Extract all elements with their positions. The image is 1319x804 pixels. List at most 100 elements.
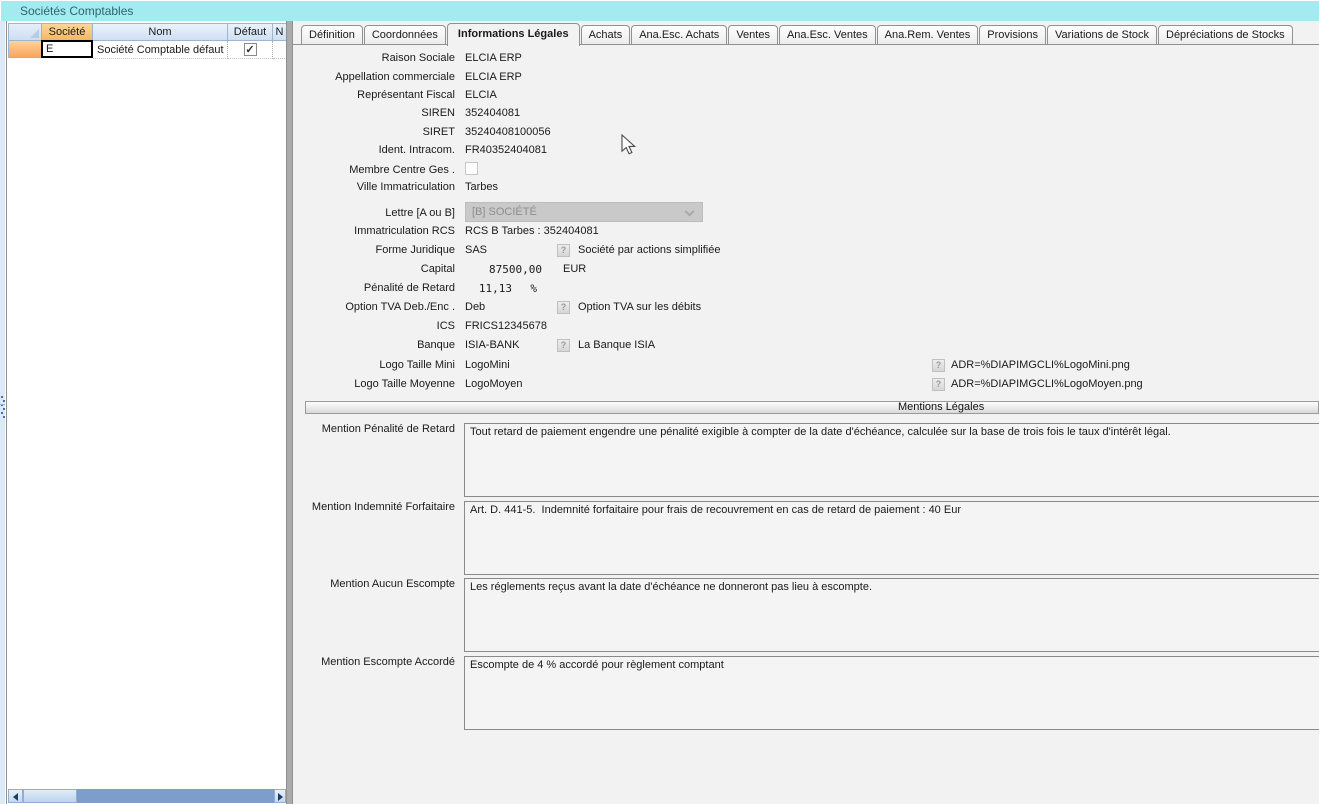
column-header-partial[interactable]: N — [272, 23, 286, 41]
societe-code-editor[interactable]: E — [41, 40, 93, 58]
help-button[interactable]: ? — [557, 244, 570, 257]
tab-achats[interactable]: Achats — [581, 25, 631, 44]
scroll-right-button[interactable] — [274, 789, 286, 803]
mentions-legales-header: Mentions Légales — [305, 401, 1319, 414]
field-capital: Capital 87500,00 EUR — [293, 263, 1319, 277]
immat-rcs-value[interactable]: RCS B Tarbes : 352404081 — [465, 225, 599, 238]
tab-coordonnees[interactable]: Coordonnées — [364, 25, 446, 44]
tab-variations-de-stock[interactable]: Variations de Stock — [1047, 25, 1157, 44]
help-button[interactable]: ? — [557, 339, 570, 352]
logo-moyen-value[interactable]: LogoMoyen — [465, 378, 523, 391]
field-lettre-a-ou-b: Lettre [A ou B] [B] SOCIÉTÉ — [293, 202, 1319, 216]
option-tva-value[interactable]: Deb — [465, 301, 485, 314]
ville-immat-value[interactable]: Tarbes — [465, 181, 498, 194]
capital-label: Capital — [293, 263, 455, 276]
banque-help: La Banque ISIA — [578, 339, 655, 352]
left-resize-strip[interactable] — [0, 21, 5, 804]
field-siren: SIREN 352404081 — [293, 107, 1319, 121]
splitter-grip-dash — [0, 404, 5, 405]
mouse-cursor — [621, 134, 636, 156]
splitter-grip-icon[interactable] — [1, 396, 3, 398]
field-ville-immatriculation: Ville Immatriculation Tarbes — [293, 181, 1319, 195]
mention-escompte-accorde-label: Mention Escompte Accordé — [293, 656, 455, 669]
ics-value[interactable]: FRICS12345678 — [465, 320, 547, 333]
logo-mini-adr: ADR=%DIAPIMGCLI%LogoMini.png — [951, 359, 1130, 372]
raison-sociale-value[interactable]: ELCIA ERP — [465, 52, 522, 65]
scroll-left-button[interactable] — [8, 789, 23, 803]
lettre-dropdown[interactable]: [B] SOCIÉTÉ — [465, 202, 703, 222]
logo-mini-value[interactable]: LogoMini — [465, 359, 510, 372]
ville-immat-label: Ville Immatriculation — [293, 181, 455, 194]
column-header-defaut[interactable]: Défaut — [227, 23, 273, 41]
appellation-value[interactable]: ELCIA ERP — [465, 71, 522, 84]
mention-aucun-escompte-label: Mention Aucun Escompte — [293, 578, 455, 591]
siret-value[interactable]: 35240408100056 — [465, 126, 551, 139]
tab-ventes[interactable]: Ventes — [728, 25, 778, 44]
field-immatriculation-rcs: Immatriculation RCS RCS B Tarbes : 35240… — [293, 225, 1319, 239]
societe-nom-cell[interactable]: Société Comptable défaut — [93, 41, 228, 59]
penalite-value[interactable]: 11,13 — [465, 282, 512, 295]
help-button[interactable]: ? — [932, 359, 945, 372]
mention-penalite-label: Mention Pénalité de Retard — [293, 423, 455, 436]
field-penalite-de-retard: Pénalité de Retard 11,13 % — [293, 282, 1319, 296]
field-logo-taille-mini: Logo Taille Mini LogoMini ? ADR=%DIAPIMG… — [293, 359, 1319, 373]
corner-triangle-icon — [30, 29, 39, 38]
field-representant-fiscal: Représentant Fiscal ELCIA — [293, 89, 1319, 103]
siren-value[interactable]: 352404081 — [465, 107, 520, 120]
lettre-dropdown-value: [B] SOCIÉTÉ — [472, 206, 537, 218]
help-icon: ? — [561, 302, 567, 312]
help-icon: ? — [936, 379, 942, 389]
mention-aucun-escompte-textarea[interactable]: Les réglements reçus avant la date d'éch… — [464, 578, 1319, 652]
mention-penalite-textarea[interactable]: Tout retard de paiement engendre une pén… — [464, 423, 1319, 497]
tabstrip: Définition Coordonnées Informations Léga… — [293, 22, 1319, 45]
tab-depreciations-de-stocks[interactable]: Dépréciations de Stocks — [1158, 25, 1293, 44]
ics-label: ICS — [293, 320, 455, 333]
option-tva-label: Option TVA Deb./Enc . — [293, 301, 455, 314]
societe-partial-cell[interactable] — [273, 41, 286, 59]
capital-value[interactable]: 87500,00 — [465, 263, 542, 276]
tab-ana-esc-ventes[interactable]: Ana.Esc. Ventes — [779, 25, 876, 44]
horizontal-scrollbar[interactable] — [8, 789, 286, 803]
scrollbar-thumb[interactable] — [23, 789, 77, 803]
immat-rcs-label: Immatriculation RCS — [293, 225, 455, 238]
field-mention-indemnite: Mention Indemnité Forfaitaire Art. D. 44… — [293, 501, 1319, 515]
main-panel: Définition Coordonnées Informations Léga… — [293, 21, 1319, 804]
membre-centre-checkbox[interactable] — [465, 162, 478, 175]
scroll-left-icon — [13, 793, 18, 801]
table-corner-cell[interactable] — [8, 23, 42, 41]
tab-definition[interactable]: Définition — [301, 25, 363, 44]
tab-informations-legales[interactable]: Informations Légales — [447, 23, 580, 46]
mention-indemnite-textarea[interactable]: Art. D. 441-5. Indemnité forfaitaire pou… — [464, 501, 1319, 575]
defaut-checkbox[interactable]: ✓ — [244, 43, 257, 56]
mention-escompte-accorde-textarea[interactable]: Escompte de 4 % accordé pour règlement c… — [464, 656, 1319, 730]
membre-centre-label: Membre Centre Ges . — [293, 164, 455, 177]
panel-splitter[interactable] — [286, 21, 293, 804]
help-icon: ? — [936, 360, 942, 370]
chevron-down-icon — [685, 207, 695, 217]
capital-unit: EUR — [563, 263, 586, 276]
column-header-societe[interactable]: Société — [41, 23, 93, 41]
help-icon: ? — [561, 340, 567, 350]
representant-label: Représentant Fiscal — [293, 89, 455, 102]
banque-value[interactable]: ISIA-BANK — [465, 339, 519, 352]
societe-defaut-cell[interactable]: ✓ — [228, 41, 273, 59]
logo-moyen-adr: ADR=%DIAPIMGCLI%LogoMoyen.png — [951, 378, 1143, 391]
column-header-nom[interactable]: Nom — [92, 23, 228, 41]
field-mention-penalite: Mention Pénalité de Retard Tout retard d… — [293, 423, 1319, 437]
tab-ana-esc-achats[interactable]: Ana.Esc. Achats — [631, 25, 727, 44]
tab-provisions[interactable]: Provisions — [979, 25, 1046, 44]
representant-value[interactable]: ELCIA — [465, 89, 497, 102]
societes-list-panel: Société Nom Défaut N E Société Comptable… — [7, 21, 286, 804]
row-marker-cell[interactable] — [8, 40, 42, 58]
raison-sociale-label: Raison Sociale — [293, 52, 455, 65]
banque-label: Banque — [293, 339, 455, 352]
intracom-value[interactable]: FR40352404081 — [465, 144, 547, 157]
field-mention-escompte-accorde: Mention Escompte Accordé Escompte de 4 %… — [293, 656, 1319, 670]
field-ident-intracom: Ident. Intracom. FR40352404081 — [293, 144, 1319, 158]
help-button[interactable]: ? — [557, 301, 570, 314]
forme-juridique-value[interactable]: SAS — [465, 244, 487, 257]
penalite-unit: % — [523, 282, 537, 295]
help-button[interactable]: ? — [932, 378, 945, 391]
forme-juridique-label: Forme Juridique — [293, 244, 455, 257]
tab-ana-rem-ventes[interactable]: Ana.Rem. Ventes — [877, 25, 979, 44]
